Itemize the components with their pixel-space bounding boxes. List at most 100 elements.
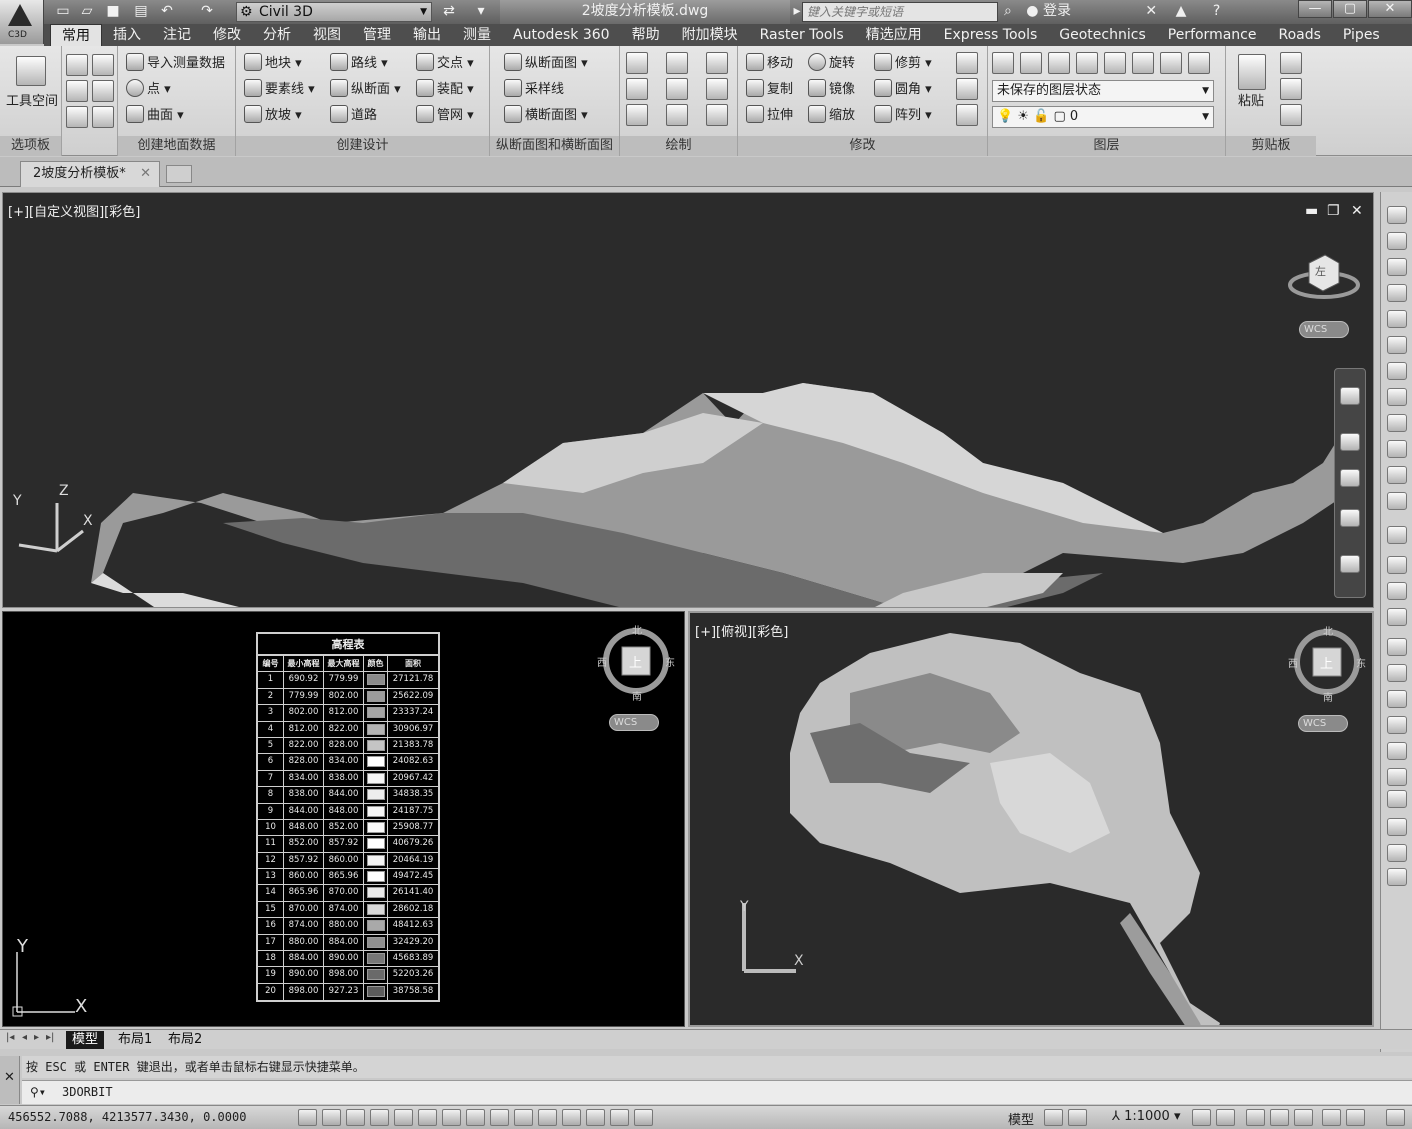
pipe-network-button[interactable]: 管网 ▾ <box>416 104 474 128</box>
copy-clip-icon[interactable] <box>1280 78 1302 100</box>
toolspace-icon[interactable] <box>16 56 46 86</box>
steering-wheel-icon[interactable] <box>1340 387 1360 405</box>
toolspace-button[interactable]: 工具空间 <box>6 90 58 114</box>
assembly-button[interactable]: 装配 ▾ <box>416 78 474 102</box>
panel-title-clipboard[interactable]: 剪贴板 <box>1226 136 1316 156</box>
panel-title-palettes[interactable]: 选项板 <box>0 136 61 156</box>
dynamic-input-icon[interactable] <box>514 1109 533 1126</box>
tab-raster-tools[interactable]: Raster Tools <box>749 24 855 46</box>
command-line-close-icon[interactable]: ✕ <box>0 1056 20 1104</box>
login-area[interactable]: ⌕ ● 登录 ✕ ▲ ? <box>1004 0 1220 24</box>
coordinates-readout[interactable]: 456552.7088, 4213577.3430, 0.0000 <box>8 1110 246 1124</box>
toolbox-icon[interactable] <box>92 80 114 102</box>
trim-button[interactable]: 修剪 ▾ <box>874 52 932 76</box>
survey-icon[interactable] <box>66 80 88 102</box>
viewport-plan[interactable]: [+][俯视][彩色] 北 南 东 西 上 WCS Y X <box>688 611 1374 1027</box>
intersection-button[interactable]: 交点 ▾ <box>416 52 474 76</box>
tab-annotate[interactable]: 注记 <box>152 24 202 46</box>
tab-model[interactable]: 模型 <box>66 1031 105 1049</box>
prev-layout-icon[interactable]: ◂ <box>22 1032 27 1043</box>
profile-view-button[interactable]: 纵断面图 ▾ <box>504 52 588 76</box>
cut-icon[interactable] <box>1280 52 1302 74</box>
palette-tool-icon[interactable] <box>1387 868 1407 886</box>
offset-icon[interactable] <box>956 104 978 126</box>
share-icon[interactable]: ⇄ <box>440 3 458 19</box>
viewport-3d[interactable]: [+][自定义视图][彩色] ▬ ❐ ✕ Y Z X 左 WCS <box>2 192 1374 608</box>
grid-display-icon[interactable] <box>346 1109 365 1126</box>
mirror-button[interactable]: 镜像 <box>808 78 855 102</box>
annotation-visibility-icon[interactable] <box>1192 1109 1211 1126</box>
properties-icon[interactable] <box>66 106 88 128</box>
tab-layout2[interactable]: 布局2 <box>162 1031 208 1049</box>
undo-icon[interactable]: ↶ <box>158 3 176 19</box>
feature-line-button[interactable]: 要素线 ▾ <box>244 78 315 102</box>
move-button[interactable]: 移动 <box>746 52 793 76</box>
viewcube[interactable]: 左 <box>1287 243 1361 317</box>
palette-tool-icon[interactable] <box>1387 414 1407 432</box>
document-tab[interactable]: 2坡度分析模板* ✕ <box>20 161 160 187</box>
points-button[interactable]: 点 ▾ <box>126 78 171 102</box>
pan-icon[interactable] <box>1340 433 1360 451</box>
palette-tool-icon[interactable] <box>1387 232 1407 250</box>
open-folder-icon[interactable]: ▱ <box>78 3 96 19</box>
annotation-scale[interactable]: ⅄ 1:1000 ▾ <box>1112 1109 1181 1124</box>
tab-insert[interactable]: 插入 <box>102 24 152 46</box>
stretch-button[interactable]: 拉伸 <box>746 104 793 128</box>
quick-view-layouts-icon[interactable] <box>1044 1109 1063 1126</box>
rectangle-icon[interactable] <box>706 78 728 100</box>
palette-tool-icon[interactable] <box>1387 818 1407 836</box>
construction-line-icon[interactable] <box>626 78 648 100</box>
current-layer-select[interactable]: 💡 ☀ 🔓 ▢ 0 ▼ <box>992 106 1214 128</box>
compass-viewcube[interactable]: 北 南 东 西 上 <box>1288 625 1366 704</box>
layer-freeze-icon[interactable] <box>1048 52 1070 74</box>
tab-roads[interactable]: Roads <box>1267 24 1331 46</box>
save-icon[interactable]: ■ <box>104 3 122 19</box>
tab-express-tools[interactable]: Express Tools <box>933 24 1049 46</box>
zoom-extents-icon[interactable] <box>1340 469 1360 487</box>
tab-manage[interactable]: 管理 <box>352 24 402 46</box>
palette-tool-icon[interactable] <box>1387 742 1407 760</box>
app-logo[interactable]: C3D <box>0 0 44 44</box>
3d-object-snap-icon[interactable] <box>442 1109 461 1126</box>
tab-output[interactable]: 输出 <box>402 24 452 46</box>
ortho-mode-icon[interactable] <box>370 1109 389 1126</box>
exchange-icon[interactable]: ✕ <box>1145 3 1157 19</box>
new-file-icon[interactable]: ▭ <box>54 3 72 19</box>
palette-tool-icon[interactable] <box>1387 844 1407 862</box>
panel-title-draw[interactable]: 绘制 <box>620 136 737 156</box>
palette-tool-icon[interactable] <box>1387 466 1407 484</box>
object-snap-tracking-icon[interactable] <box>466 1109 485 1126</box>
rotate-button[interactable]: 旋转 <box>808 52 855 76</box>
quick-properties-icon[interactable] <box>586 1109 605 1126</box>
transparency-icon[interactable] <box>562 1109 581 1126</box>
customization-icon[interactable] <box>1386 1109 1405 1126</box>
panel-title-sections[interactable]: 纵断面图和横断面图 <box>490 136 619 156</box>
annotation-monitor-icon[interactable] <box>634 1109 653 1126</box>
polyline-icon[interactable] <box>666 52 688 74</box>
palette-tool-icon[interactable] <box>1387 664 1407 682</box>
panel-title-ground-data[interactable]: 创建地面数据 <box>118 136 235 156</box>
arc-icon[interactable] <box>706 52 728 74</box>
palette-tool-icon[interactable] <box>1387 526 1407 544</box>
infer-constraints-icon[interactable] <box>298 1109 317 1126</box>
panel-title-modify[interactable]: 修改 <box>738 136 987 156</box>
selection-cycling-icon[interactable] <box>610 1109 629 1126</box>
paste-button[interactable]: 粘贴 <box>1238 90 1264 114</box>
workspace-select[interactable]: ⚙ Civil 3D ▼ <box>236 2 432 22</box>
tab-layout1[interactable]: 布局1 <box>112 1031 158 1049</box>
snap-mode-icon[interactable] <box>322 1109 341 1126</box>
tab-help[interactable]: 帮助 <box>621 24 671 46</box>
scale-button[interactable]: 缩放 <box>808 104 855 128</box>
sample-lines-button[interactable]: 采样线 <box>504 78 564 102</box>
palette-tool-icon[interactable] <box>1387 258 1407 276</box>
new-tab-button[interactable] <box>166 165 192 183</box>
panel-title-layers[interactable]: 图层 <box>988 136 1225 156</box>
layer-state-select[interactable]: 未保存的图层状态 ▼ <box>992 80 1214 102</box>
palette-tool-icon[interactable] <box>1387 336 1407 354</box>
layer-previous-icon[interactable] <box>1132 52 1154 74</box>
orbit-icon[interactable] <box>1340 509 1360 527</box>
layer-off-icon[interactable] <box>1076 52 1098 74</box>
close-icon[interactable]: ✕ <box>1368 0 1412 18</box>
palette-tool-icon[interactable] <box>1387 310 1407 328</box>
section-view-button[interactable]: 横断面图 ▾ <box>504 104 588 128</box>
